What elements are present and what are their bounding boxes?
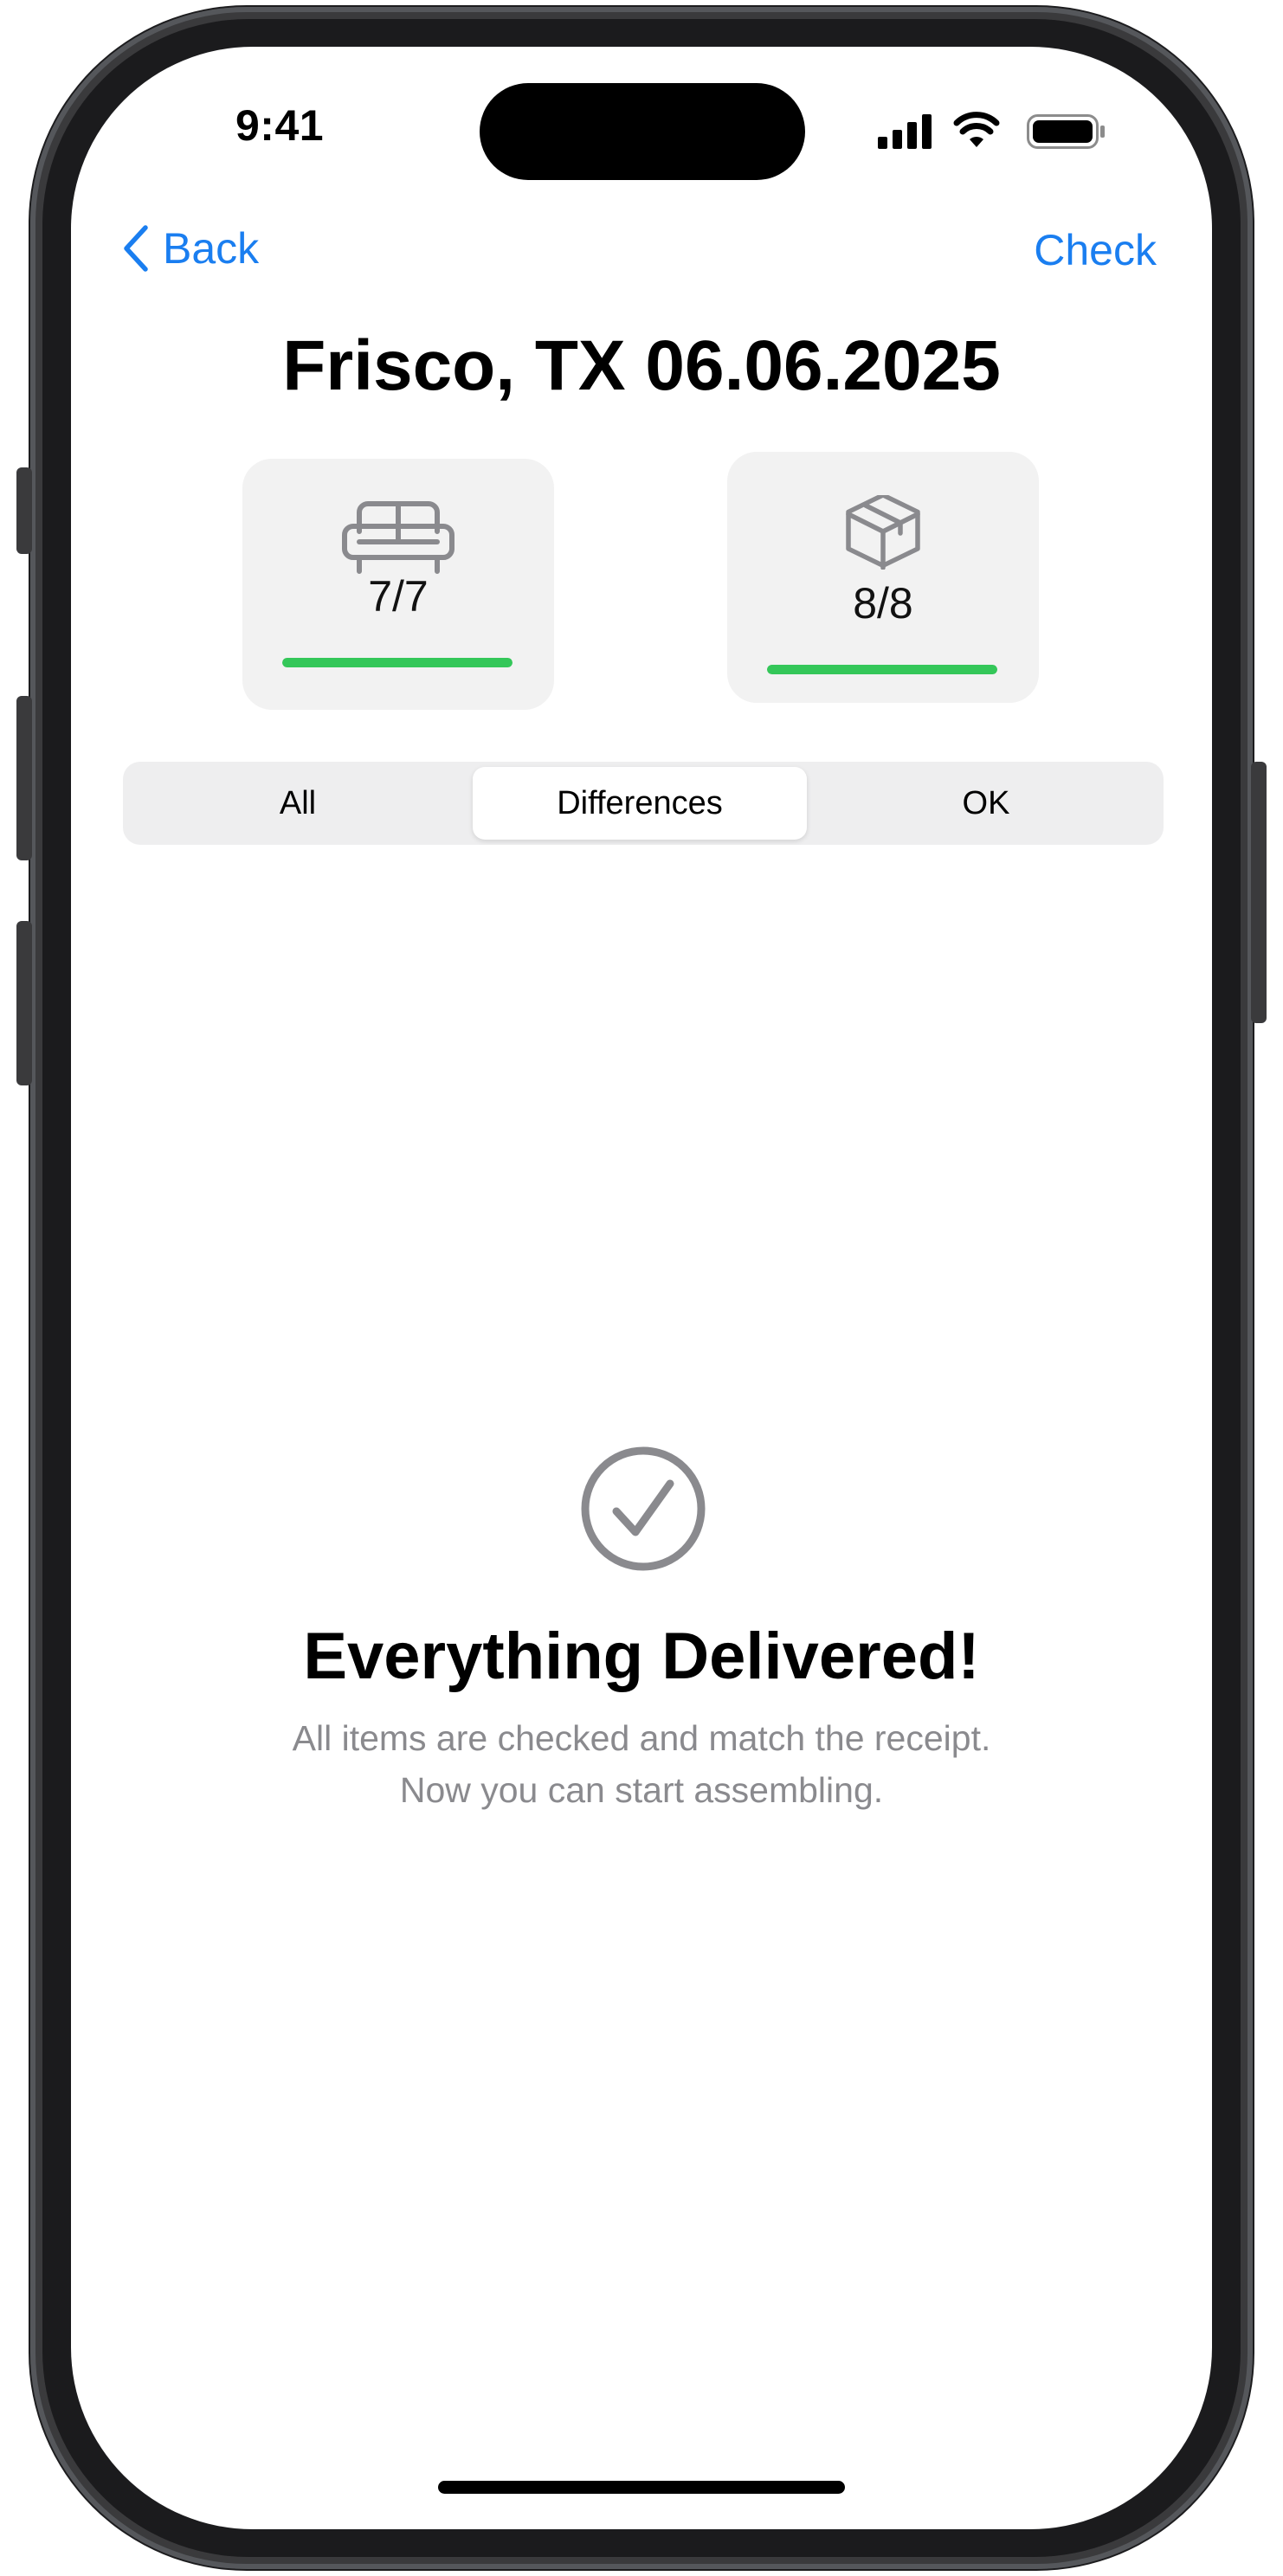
- chevron-left-icon: [124, 225, 148, 272]
- empty-state-line-2: Now you can start assembling.: [399, 1770, 884, 1810]
- furniture-count: 7/7: [368, 572, 429, 621]
- furniture-progress-bar: [282, 658, 513, 667]
- package-progress-fill: [767, 665, 997, 674]
- volume-up-button: [16, 696, 32, 860]
- empty-state-title: Everything Delivered!: [303, 1620, 980, 1693]
- status-icons: [878, 112, 1105, 149]
- back-button[interactable]: Back: [121, 223, 259, 274]
- empty-state-message: All items are checked and match the rece…: [71, 1712, 1212, 1816]
- furniture-progress-fill: [282, 658, 513, 667]
- checkmark-circle-icon: [581, 1446, 706, 1571]
- segment-all[interactable]: All: [128, 767, 467, 840]
- status-time: 9:41: [235, 101, 325, 150]
- battery-icon: [1027, 114, 1105, 149]
- segment-ok[interactable]: OK: [814, 767, 1158, 840]
- check-button[interactable]: Check: [1034, 225, 1157, 275]
- page-title: Frisco, TX 06.06.2025: [282, 326, 1001, 405]
- box-icon: [846, 495, 920, 570]
- sofa-icon: [342, 501, 455, 574]
- segment-differences[interactable]: Differences: [473, 767, 807, 840]
- cellular-signal-icon: [878, 114, 932, 149]
- dynamic-island: [480, 83, 805, 180]
- back-label: Back: [163, 224, 260, 273]
- package-progress-bar: [767, 665, 997, 674]
- volume-down-button: [16, 921, 32, 1085]
- power-button: [1251, 762, 1267, 1023]
- package-summary-card: 8/8: [727, 452, 1039, 703]
- action-button: [16, 467, 32, 554]
- furniture-summary-card: 7/7: [242, 459, 554, 710]
- home-indicator[interactable]: [438, 2481, 845, 2494]
- screen: 9:41 Back Check Frisco, TX 06.06.2025 7/…: [71, 47, 1212, 2529]
- filter-segmented-control: All Differences OK: [123, 762, 1164, 845]
- package-count: 8/8: [853, 579, 913, 628]
- wifi-icon: [953, 112, 1000, 147]
- empty-state-line-1: All items are checked and match the rece…: [292, 1718, 991, 1758]
